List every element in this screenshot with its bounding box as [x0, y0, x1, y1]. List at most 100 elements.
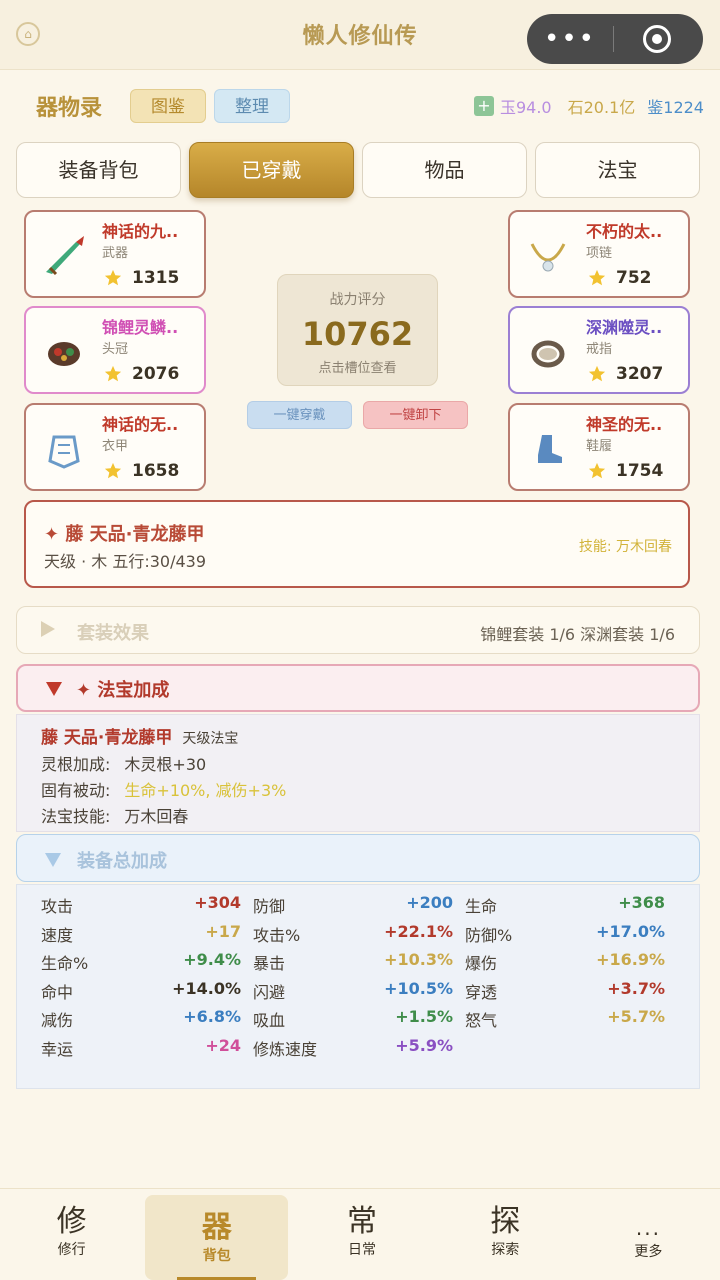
bottom-nav: 修 修行 器 背包 常 日常 探 探索 ... 更多 — [0, 1188, 720, 1280]
equip-all-button[interactable]: 一键穿戴 — [247, 401, 352, 429]
nav-label: 探索 — [491, 1242, 520, 1258]
add-resource-icon[interactable]: + — [473, 96, 494, 116]
fabao-bonus-label: ✦ 法宝加成 — [76, 680, 170, 701]
nav-daily[interactable]: 常 日常 — [290, 1189, 433, 1280]
more-menu-icon[interactable]: ••• — [527, 19, 613, 59]
collapse-arrow-icon — [45, 853, 61, 867]
stat-value: +22.1% — [384, 921, 453, 941]
passive-key: 固有被动: — [41, 781, 111, 800]
nav-label: 背包 — [202, 1248, 231, 1264]
combat-power-hint: 点击槽位查看 — [318, 361, 397, 376]
stat-item: 怒气 +5.7% — [465, 1007, 665, 1033]
stat-value: +14.0% — [172, 978, 241, 998]
fabao-bonus-toggle[interactable]: ✦ 法宝加成 — [16, 664, 700, 712]
fabao-grade: 天级法宝 — [182, 731, 239, 747]
sort-button[interactable]: 整理 — [214, 89, 291, 123]
stat-item: 闪避 +10.5% — [253, 979, 453, 1005]
slot-helmet[interactable]: 锦鲤灵鳞.. 头冠 2076 — [24, 306, 206, 394]
skill-value: 万木回春 — [124, 807, 189, 826]
stat-value: +16.9% — [596, 950, 665, 970]
total-stats-grid: 攻击 +304 防御 +200 生命 +368 速度 +17 攻击% +22.1% 防御% +17.0… — [16, 884, 700, 1089]
nav-cultivate[interactable]: 修 修行 — [0, 1189, 143, 1280]
slot-item-name: 不朽的太.. — [586, 222, 663, 241]
slot-type: 衣甲 — [102, 439, 129, 454]
stat-label: 攻击 — [41, 897, 74, 916]
slot-necklace[interactable]: 不朽的太.. 项链 752 — [508, 210, 690, 298]
nav-more[interactable]: ... 更多 — [577, 1189, 720, 1280]
stat-label: 生命 — [465, 897, 498, 916]
slot-power: 3207 — [588, 364, 663, 384]
treasure-title: ✦ 藤 天品·青龙藤甲 — [44, 524, 205, 545]
gallery-button[interactable]: 图鉴 — [130, 89, 207, 123]
helmet-icon — [48, 342, 80, 366]
resource-bar: + 玉94.0 石20.1亿 鉴1224 — [473, 94, 704, 118]
total-bonus-label: 装备总加成 — [77, 851, 167, 872]
slot-item-name: 神话的九.. — [102, 222, 179, 241]
equipped-treasure-card[interactable]: ✦ 藤 天品·青龙藤甲 天级 · 木 五行:30/439 技能: 万木回春 — [24, 500, 690, 588]
stat-label: 爆伤 — [465, 954, 498, 974]
total-bonus-toggle[interactable]: 装备总加成 — [16, 834, 700, 882]
more-icon: ... — [635, 1216, 661, 1240]
slot-armor[interactable]: 神话的无.. 衣甲 1658 — [24, 403, 206, 491]
expand-arrow-icon — [41, 621, 55, 637]
unequip-all-button[interactable]: 一键卸下 — [363, 401, 468, 429]
stat-label: 防御% — [465, 925, 513, 945]
slot-item-name: 深渊噬灵.. — [586, 318, 663, 337]
treasure-subtitle: 天级 · 木 五行:30/439 — [44, 552, 207, 571]
skill-key: 法宝技能: — [41, 807, 111, 826]
stat-value: +10.3% — [384, 950, 453, 970]
tab-treasures[interactable]: 法宝 — [535, 142, 700, 198]
star-icon — [104, 462, 122, 479]
slot-ring[interactable]: 深渊噬灵.. 戒指 3207 — [508, 306, 690, 394]
nav-bag[interactable]: 器 背包 — [145, 1195, 289, 1280]
stat-label: 闪避 — [253, 982, 286, 1002]
tab-equipment-bag[interactable]: 装备背包 — [16, 142, 181, 198]
stat-value: +304 — [194, 893, 241, 912]
stat-item: 修炼速度 +5.9% — [253, 1036, 453, 1062]
power-value: 2076 — [132, 364, 180, 384]
stat-item: 暴击 +10.3% — [253, 950, 453, 976]
nav-explore[interactable]: 探 探索 — [434, 1189, 577, 1280]
slot-type: 戒指 — [586, 342, 613, 357]
nav-glyph: 修 — [56, 1204, 87, 1239]
power-value: 3207 — [616, 364, 664, 384]
set-effect-value: 锦鲤套装 1/6 深渊套装 1/6 — [480, 625, 675, 644]
fabao-skill-row: 法宝技能: 万木回春 — [41, 803, 188, 827]
stat-item: 吸血 +1.5% — [253, 1007, 453, 1033]
combat-power-value: 10762 — [301, 315, 414, 353]
slot-boots[interactable]: 神圣的无.. 鞋履 1754 — [508, 403, 690, 491]
combat-power-label: 战力评分 — [329, 292, 386, 308]
slot-item-name: 神话的无.. — [102, 415, 179, 434]
top-bar: ⌂ 懒人修仙传 ••• — [0, 0, 720, 70]
boots-icon — [538, 435, 562, 463]
tab-bar: 装备背包 已穿戴 物品 法宝 — [16, 142, 700, 198]
stat-label: 怒气 — [465, 1011, 498, 1031]
tab-equipped[interactable]: 已穿戴 — [189, 142, 354, 198]
coin-amount: 鉴1224 — [647, 98, 704, 117]
necklace-icon — [530, 243, 566, 272]
stat-value: +17.0% — [596, 921, 665, 941]
stat-label: 命中 — [41, 982, 74, 1002]
tab-items[interactable]: 物品 — [362, 142, 527, 198]
stat-value: +10.5% — [384, 978, 453, 998]
slot-weapon[interactable]: 神话的九.. 武器 1315 — [24, 210, 206, 298]
stat-value: +6.8% — [183, 1007, 241, 1027]
header-row: 器物录 图鉴 整理 + 玉94.0 石20.1亿 鉴1224 — [36, 88, 704, 124]
power-value: 1658 — [132, 461, 180, 481]
nav-glyph: 常 — [347, 1204, 377, 1239]
nav-label: 修行 — [57, 1242, 86, 1258]
armor-icon — [48, 435, 80, 469]
fabao-name: 藤 天品·青龙藤甲 — [41, 728, 173, 748]
set-effect-toggle[interactable]: 套装效果 锦鲤套装 1/6 深渊套装 1/6 — [16, 606, 700, 654]
stat-label: 防御 — [253, 897, 286, 916]
slot-item-name: 锦鲤灵鳞.. — [102, 318, 179, 337]
slot-item-name: 神圣的无.. — [586, 415, 663, 434]
stat-item: 命中 +14.0% — [41, 979, 241, 1005]
stat-item: 攻击% +22.1% — [253, 922, 453, 948]
treasure-skill: 技能: 万木回春 — [578, 539, 672, 555]
star-icon — [104, 365, 122, 382]
target-icon — [643, 25, 671, 53]
power-value: 1754 — [616, 461, 664, 481]
close-mini-program-button[interactable] — [614, 25, 700, 53]
ring-icon — [531, 340, 565, 368]
